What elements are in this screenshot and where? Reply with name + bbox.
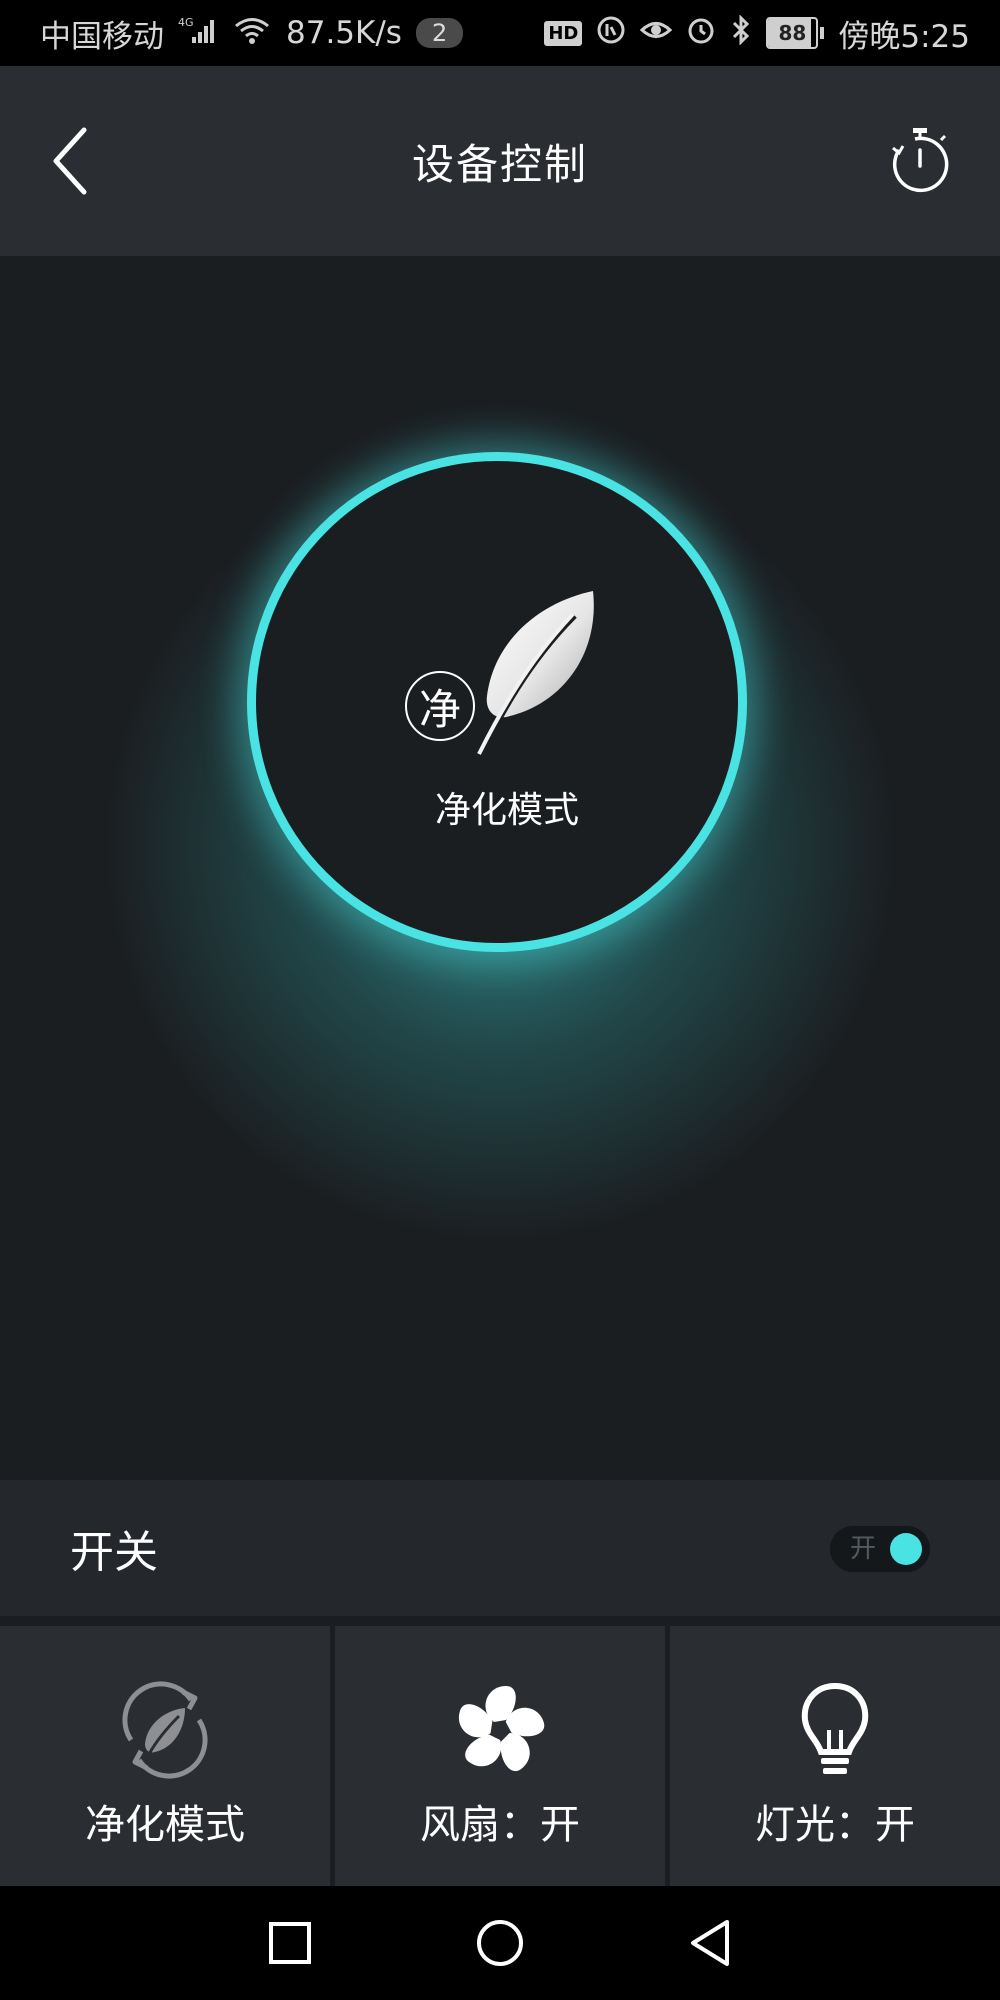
triangle-back-icon <box>691 1920 729 1966</box>
mode-icon-group: 净 <box>405 586 605 766</box>
alarm-icon <box>686 15 716 52</box>
square-icon <box>269 1922 311 1964</box>
purify-mode-button[interactable]: 净化模式 <box>0 1626 330 1886</box>
toggle-knob <box>890 1533 922 1565</box>
feather-leaf-icon <box>477 591 594 755</box>
circle-icon <box>477 1920 523 1966</box>
carrier-name: 中国移动 <box>40 18 164 55</box>
clock-time: 傍晚5:25 <box>838 18 970 55</box>
lightbulb-icon <box>783 1678 887 1782</box>
purify-leaf-icon <box>113 1678 217 1782</box>
notification-count-badge: 2 <box>415 18 464 48</box>
purify-mode-label: 净化模式 <box>85 1802 245 1848</box>
battery-icon: 88 <box>766 17 825 49</box>
control-buttons: 净化模式 风扇：开 灯光：开 <box>0 1626 1000 1886</box>
bluetooth-icon <box>730 13 752 52</box>
eye-comfort-icon <box>640 15 673 52</box>
device-visual-area: 净 净化模式 <box>0 256 1000 1480</box>
network-speed: 87.5K/s <box>286 15 402 51</box>
network-type: 4G <box>178 16 194 29</box>
recent-apps-button[interactable] <box>260 1913 320 1973</box>
status-bar-left: 中国移动 4G 87.5K/s 2 <box>40 11 464 56</box>
battery-level: 88 <box>778 21 807 45</box>
wifi-icon <box>232 15 272 52</box>
signal-icon: 4G <box>178 15 218 52</box>
mode-label: 净化模式 <box>434 790 579 831</box>
status-bar: 中国移动 4G 87.5K/s 2 HD 88 傍晚5:25 <box>0 0 1000 66</box>
power-toggle[interactable]: 开 <box>830 1526 930 1572</box>
light-status-label: 灯光：开 <box>755 1802 915 1848</box>
timer-button[interactable] <box>880 121 960 201</box>
page-title: 设备控制 <box>411 139 588 189</box>
home-button[interactable] <box>470 1913 530 1973</box>
power-label: 开关 <box>70 1527 158 1578</box>
light-button[interactable]: 灯光：开 <box>670 1626 1000 1886</box>
mode-badge: 净 <box>405 671 475 741</box>
system-back-button[interactable] <box>680 1913 740 1973</box>
fan-status-label: 风扇：开 <box>420 1802 580 1848</box>
fan-button[interactable]: 风扇：开 <box>335 1626 665 1886</box>
status-bar-right: HD 88 傍晚5:25 <box>544 11 970 56</box>
data-saver-icon <box>596 15 626 52</box>
app-header: 设备控制 <box>0 66 1000 256</box>
power-row: 开关 开 <box>0 1480 1000 1616</box>
system-nav-bar <box>0 1886 1000 2000</box>
stopwatch-icon <box>892 128 949 193</box>
toggle-state-text: 开 <box>850 1534 877 1564</box>
fan-icon <box>448 1678 552 1782</box>
hd-icon: HD <box>544 20 583 46</box>
